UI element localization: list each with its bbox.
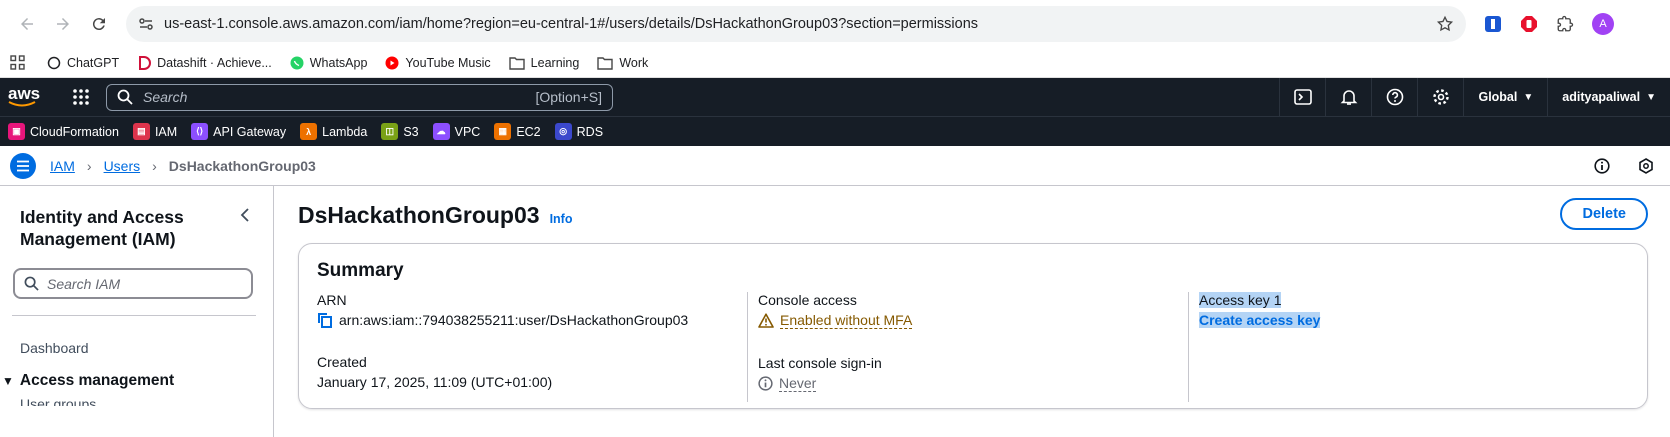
- site-settings-icon[interactable]: [138, 16, 154, 32]
- hamburger-menu-icon: [17, 160, 29, 171]
- close-sidebar-icon[interactable]: [239, 208, 251, 222]
- adblock-icon[interactable]: [1520, 15, 1538, 33]
- help-icon[interactable]: [1371, 78, 1417, 116]
- sidebar-item-user-groups[interactable]: User groups: [20, 396, 253, 406]
- search-icon: [24, 276, 39, 291]
- iam-icon: ▤: [132, 123, 150, 140]
- browser-toolbar: us-east-1.console.aws.amazon.com/iam/hom…: [0, 0, 1670, 48]
- s3-bucket-icon: ◫: [381, 123, 399, 140]
- rds-database-icon: ◎: [554, 123, 572, 140]
- info-link[interactable]: Info: [550, 212, 573, 226]
- bookmark-whatsapp[interactable]: WhatsApp: [290, 56, 367, 70]
- caret-down-icon: ▼: [2, 374, 14, 388]
- info-panel-icon[interactable]: [1594, 157, 1610, 174]
- youtube-music-icon: [385, 56, 399, 69]
- profile-avatar[interactable]: A: [1592, 13, 1614, 35]
- back-icon[interactable]: [10, 7, 44, 41]
- extensions-icon[interactable]: [1556, 15, 1574, 33]
- fav-vpc[interactable]: ☁ VPC: [432, 123, 480, 140]
- warning-icon: [758, 313, 774, 328]
- aws-search-input[interactable]: Search [Option+S]: [106, 83, 613, 111]
- bookmark-folder-learning[interactable]: Learning: [508, 56, 579, 70]
- main-content: DsHackathonGroup03 Info Delete Summary A…: [274, 186, 1670, 437]
- aws-top-nav: aws Search [Option+S] Global ▼ adityapal…: [0, 78, 1670, 116]
- search-icon: [117, 89, 133, 105]
- info-circle-icon: [758, 376, 773, 391]
- chatgpt-icon: [47, 56, 61, 69]
- cloudformation-icon: ▣: [8, 123, 25, 140]
- fav-rds[interactable]: ◎ RDS: [554, 123, 603, 140]
- caret-down-icon: ▼: [1523, 91, 1534, 103]
- apps-grid-icon[interactable]: [10, 55, 25, 70]
- bookmark-datashift[interactable]: Datashift · Achieve...: [137, 55, 272, 70]
- arn-label: ARN: [317, 292, 347, 308]
- notifications-bell-icon[interactable]: [1325, 78, 1371, 116]
- summary-container: Summary ARN arn:aws:iam::794038255211:us…: [298, 243, 1648, 409]
- folder-icon: [597, 56, 614, 70]
- page-title: DsHackathonGroup03: [298, 202, 540, 228]
- chevron-right-icon: ›: [152, 157, 157, 174]
- sidebar-item-dashboard[interactable]: Dashboard: [20, 340, 253, 356]
- copy-icon[interactable]: [317, 312, 333, 328]
- access-key-label: Access key 1: [1199, 292, 1282, 308]
- caret-down-icon: ▼: [1646, 91, 1656, 103]
- url-text[interactable]: us-east-1.console.aws.amazon.com/iam/hom…: [164, 16, 1436, 32]
- aws-logo[interactable]: aws: [8, 85, 48, 107]
- sidebar-section-access-management[interactable]: ▼ Access management: [2, 372, 253, 390]
- fav-iam[interactable]: ▤ IAM: [132, 123, 177, 140]
- console-access-status[interactable]: Enabled without MFA: [780, 312, 913, 329]
- amazon-q-icon[interactable]: [1638, 157, 1654, 174]
- reload-icon[interactable]: [82, 7, 116, 41]
- summary-column-console: Console access Enabled without MFA Last …: [747, 292, 1188, 402]
- region-selector[interactable]: Global ▼: [1463, 78, 1547, 116]
- sidebar-title: Identity and Access Management (IAM): [20, 207, 184, 249]
- sidebar-search-input[interactable]: Search IAM: [13, 268, 253, 299]
- datashift-icon: [139, 55, 152, 70]
- ec2-chip-icon: ▦: [494, 123, 512, 140]
- sidebar-divider: [12, 315, 256, 316]
- breadcrumb: IAM › Users › DsHackathonGroup03: [0, 146, 1670, 186]
- created-value: January 17, 2025, 11:09 (UTC+01:00): [317, 374, 553, 390]
- cloudshell-icon[interactable]: [1279, 78, 1325, 116]
- bookmark-chatgpt[interactable]: ChatGPT: [47, 56, 119, 70]
- last-signin-label: Last console sign-in: [758, 355, 882, 371]
- bookmark-star-icon[interactable]: [1436, 15, 1454, 33]
- summary-heading: Summary: [317, 260, 404, 281]
- last-signin-value[interactable]: Never: [779, 375, 817, 392]
- breadcrumb-iam[interactable]: IAM: [50, 158, 75, 174]
- folder-icon: [508, 56, 525, 70]
- create-access-key-link[interactable]: Create access key: [1199, 312, 1321, 328]
- console-access-label: Console access: [758, 292, 857, 308]
- vpc-cloud-icon: ☁: [432, 123, 450, 140]
- arn-value: arn:aws:iam::794038255211:user/DsHackath…: [339, 312, 689, 328]
- fav-cloudformation[interactable]: ▣ CloudFormation: [8, 123, 119, 140]
- side-nav-toggle[interactable]: [10, 152, 36, 179]
- delete-button[interactable]: Delete: [1560, 198, 1648, 230]
- fav-s3[interactable]: ◫ S3: [381, 123, 419, 140]
- services-grid-icon[interactable]: [72, 88, 90, 106]
- whatsapp-icon: [290, 56, 304, 69]
- summary-column-access-keys: Access key 1 Create access key: [1188, 292, 1629, 402]
- fav-api-gateway[interactable]: ⟨⟩ API Gateway: [191, 123, 286, 140]
- summary-column-identity: ARN arn:aws:iam::794038255211:user/DsHac…: [317, 292, 747, 402]
- address-bar[interactable]: us-east-1.console.aws.amazon.com/iam/hom…: [126, 6, 1466, 42]
- account-menu[interactable]: adityapaliwal ▼: [1547, 78, 1662, 116]
- settings-gear-icon[interactable]: [1417, 78, 1463, 116]
- created-label: Created: [317, 354, 367, 370]
- chevron-right-icon: ›: [86, 157, 92, 174]
- breadcrumb-users[interactable]: Users: [104, 158, 141, 174]
- fav-lambda[interactable]: λ Lambda: [300, 123, 367, 140]
- side-navigation: Identity and Access Management (IAM) Sea…: [0, 186, 274, 437]
- lambda-icon: λ: [300, 123, 318, 140]
- api-gateway-icon: ⟨⟩: [191, 123, 209, 140]
- aws-favorites-bar: ▣ CloudFormation ▤ IAM ⟨⟩ API Gateway λ Lamb…: [0, 116, 1670, 146]
- breadcrumb-current: DsHackathonGroup03: [168, 157, 316, 174]
- fav-ec2[interactable]: ▦ EC2: [494, 123, 541, 140]
- bookmark-youtube-music[interactable]: YouTube Music: [385, 56, 491, 70]
- forward-icon[interactable]: [46, 7, 80, 41]
- bookmark-folder-work[interactable]: Work: [597, 56, 648, 70]
- bookmarks-bar: ChatGPT Datashift · Achieve... WhatsApp …: [0, 48, 1670, 78]
- password-manager-icon[interactable]: [1484, 15, 1502, 33]
